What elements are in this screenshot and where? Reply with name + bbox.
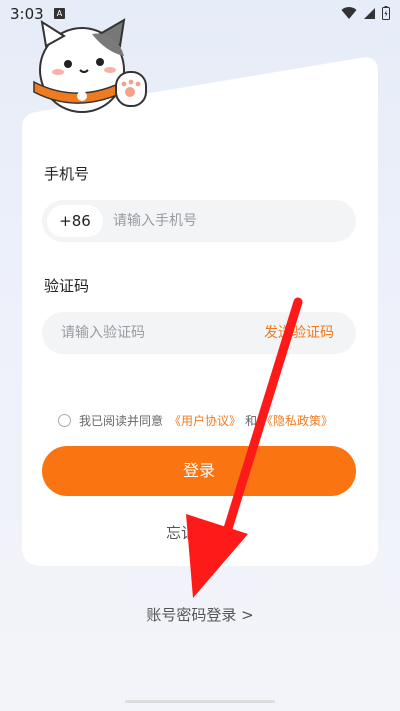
wifi-icon xyxy=(341,6,357,19)
cat-mascot-image xyxy=(33,18,147,113)
send-code-button[interactable]: 发送验证码 xyxy=(264,312,334,354)
country-code-selector[interactable]: +86 xyxy=(47,205,103,237)
battery-icon xyxy=(382,6,390,20)
verification-code-label: 验证码 xyxy=(44,277,90,295)
verification-code-input[interactable]: 请输入验证码 发送验证码 xyxy=(42,312,356,354)
phone-input[interactable]: +86 请输入手机号 xyxy=(42,200,356,242)
agreement-joiner: 和 xyxy=(245,413,258,428)
privacy-policy-link[interactable]: 《隐私政策》 xyxy=(261,412,333,429)
forgot-password-link[interactable]: 忘记密码? xyxy=(0,522,400,543)
login-button[interactable]: 登录 xyxy=(42,446,356,496)
user-agreement-link[interactable]: 《用户协议》 xyxy=(169,412,241,429)
signal-icon xyxy=(364,7,375,19)
phone-label: 手机号 xyxy=(44,165,90,183)
agreement-checkbox[interactable] xyxy=(58,413,71,427)
home-indicator xyxy=(125,700,275,703)
verification-code-placeholder: 请输入验证码 xyxy=(61,325,145,341)
agreement-row: 我已阅读并同意 《用户协议》 和 《隐私政策》 xyxy=(58,411,333,429)
status-icons xyxy=(341,6,390,20)
agreement-text: 我已阅读并同意 xyxy=(79,413,164,428)
phone-placeholder: 请输入手机号 xyxy=(113,213,197,229)
password-login-link[interactable]: 账号密码登录 > xyxy=(0,604,400,625)
